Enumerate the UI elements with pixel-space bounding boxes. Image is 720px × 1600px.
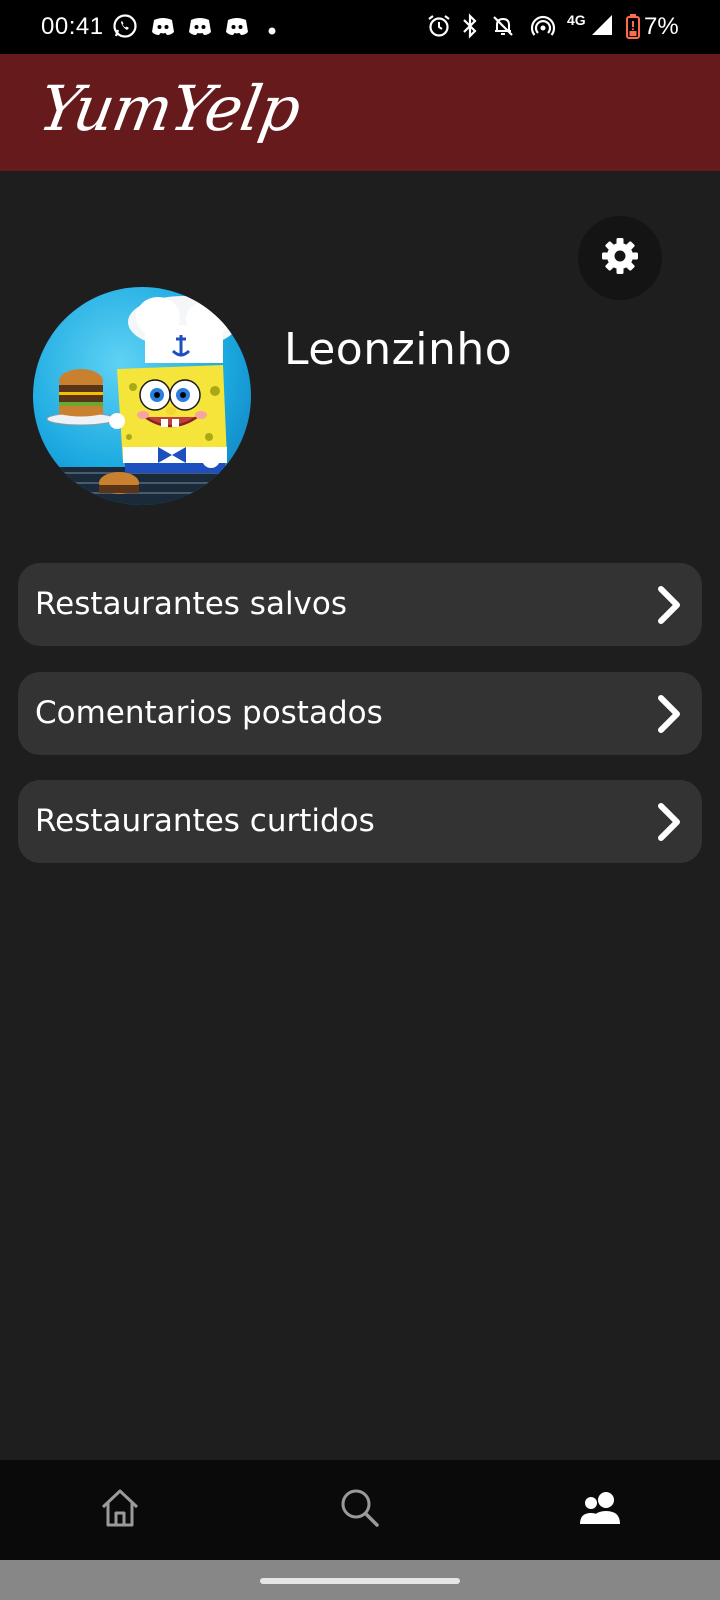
- users-icon: [578, 1491, 622, 1530]
- menu-item-label: Comentarios postados: [35, 695, 383, 731]
- menu-item-liked-restaurants[interactable]: Restaurantes curtidos: [18, 780, 702, 863]
- menu-item-label: Restaurantes salvos: [35, 586, 348, 622]
- bluetooth-icon: [460, 13, 480, 44]
- notifications-off-icon: [490, 13, 516, 44]
- discord-icon: [187, 13, 213, 44]
- status-time: 00:41: [41, 13, 104, 40]
- hotspot-icon: [530, 13, 556, 44]
- menu-item-posted-comments[interactable]: Comentarios postados: [18, 672, 702, 755]
- gear-icon: [599, 235, 641, 282]
- avatar[interactable]: [33, 287, 251, 505]
- gesture-navigation-bar: [0, 1560, 720, 1600]
- discord-icon: [224, 13, 250, 44]
- menu-item-label: Restaurantes curtidos: [35, 803, 375, 839]
- bottom-nav: [0, 1460, 720, 1560]
- alarm-icon: [426, 13, 452, 44]
- dot-icon: [268, 22, 276, 40]
- home-icon: [98, 1486, 142, 1535]
- status-bar: 00:41 4G 7%: [0, 0, 720, 54]
- nav-home[interactable]: [0, 1460, 240, 1560]
- battery-percent: 7%: [644, 13, 679, 40]
- settings-button[interactable]: [578, 216, 662, 300]
- nav-search[interactable]: [240, 1460, 480, 1560]
- chevron-right-icon: [654, 583, 684, 627]
- search-icon: [339, 1487, 381, 1534]
- discord-icon: [150, 13, 176, 44]
- network-type: 4G: [567, 12, 586, 28]
- signal-icon: [590, 13, 614, 42]
- battery-low-icon: [625, 13, 641, 44]
- whatsapp-icon: [112, 13, 138, 44]
- avatar-illustration: [46, 296, 243, 505]
- nav-profile[interactable]: [480, 1460, 720, 1560]
- app-logo: YumYelp: [33, 72, 306, 145]
- chevron-right-icon: [654, 800, 684, 844]
- profile-username: Leonzinho: [284, 324, 513, 375]
- chevron-right-icon: [654, 692, 684, 736]
- menu-item-saved-restaurants[interactable]: Restaurantes salvos: [18, 563, 702, 646]
- app-header: YumYelp: [0, 54, 720, 171]
- home-gesture-handle[interactable]: [260, 1578, 460, 1584]
